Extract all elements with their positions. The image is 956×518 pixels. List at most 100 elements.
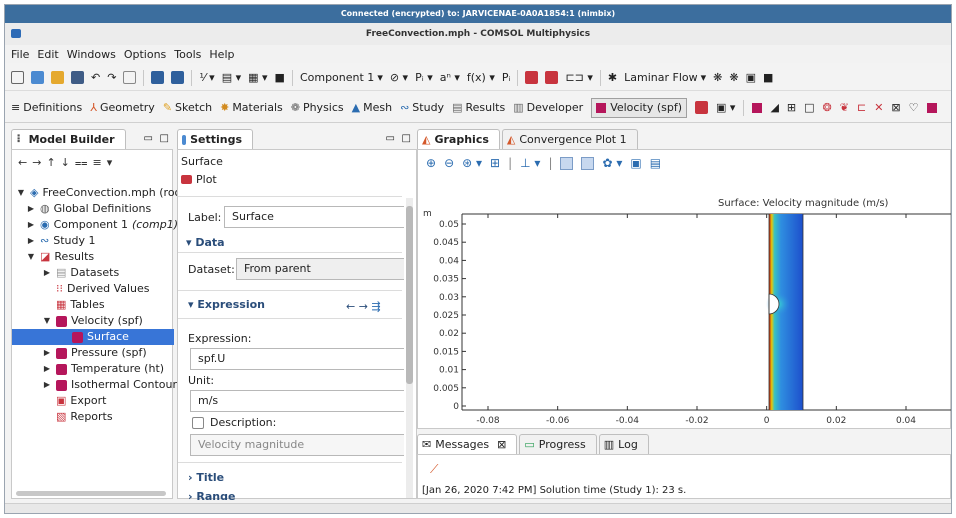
tab-log[interactable]: ▥ Log (598, 434, 649, 454)
camera-icon[interactable]: ▣ (630, 156, 641, 170)
title-section-header[interactable]: › Title (188, 471, 224, 484)
velocity-plot-canvas[interactable]: Surface: Velocity magnitude (m/s) m 0.05… (418, 180, 952, 430)
boundary-icon[interactable]: ❋ (729, 71, 738, 84)
data-section-header[interactable]: ▾ Data (186, 236, 225, 249)
arrow-icon[interactable]: ⊞ (787, 101, 796, 114)
ribbon-velocity-plot[interactable]: Velocity (spf) (591, 97, 688, 118)
tree-item-tables[interactable]: ▦ Tables (56, 297, 105, 313)
up-arrow-icon[interactable]: ↑ (46, 156, 60, 169)
ribbon-definitions[interactable]: ≡ Definitions (11, 101, 82, 114)
tree-item-surface[interactable]: Surface (12, 329, 174, 345)
ribbon-study[interactable]: ∾ Study (400, 101, 444, 114)
ribbon-developer[interactable]: ▥ Developer (513, 101, 583, 114)
menu-edit[interactable]: Edit (37, 48, 58, 61)
label-input[interactable]: Surface (224, 206, 404, 228)
print-icon[interactable]: ▤ (650, 156, 661, 170)
table-plot-icon[interactable]: ⊠ (891, 101, 900, 114)
tab-graphics[interactable]: ◭ Graphics (417, 129, 500, 149)
back-arrow-icon[interactable]: ← (346, 300, 355, 313)
window-bottom-scrollbar[interactable] (5, 503, 951, 513)
pairs-icon[interactable]: ⊏⊐ ▾ (565, 71, 592, 84)
deform-icon[interactable]: ⊏ (857, 101, 866, 114)
forward-arrow-icon[interactable]: → (359, 300, 368, 313)
tree-item-reports[interactable]: ▧ Reports (56, 409, 113, 425)
transparency-icon[interactable] (581, 156, 595, 170)
component-dropdown[interactable]: Component 1 ▾ (300, 71, 383, 84)
tab-messages[interactable]: ✉ Messages ⊠ (417, 434, 518, 454)
tab-progress[interactable]: ▭ Progress (519, 434, 597, 454)
model-wizard-icon[interactable] (31, 71, 44, 84)
probe-icon[interactable]: Pᵢ (502, 71, 511, 84)
tree-item-datasets[interactable]: ▶ ▤ Datasets (42, 265, 119, 281)
scene-light-icon[interactable] (560, 156, 574, 170)
selection-icon[interactable] (545, 71, 559, 84)
help-icon[interactable] (171, 71, 185, 84)
tree-item-study[interactable]: ▶ ∾ Study 1 (26, 233, 96, 249)
reset-view-icon[interactable]: ✿ ▾ (602, 156, 622, 170)
undo-icon[interactable]: ↶ (91, 71, 100, 84)
contour-icon[interactable]: ❂ (823, 101, 832, 114)
line-icon[interactable]: ◢ (770, 101, 778, 114)
function-icon[interactable]: f(x) ▾ (467, 71, 495, 84)
open-folder-icon[interactable] (51, 71, 64, 84)
down-arrow-icon[interactable]: ↓ (61, 156, 75, 169)
menu-windows[interactable]: Windows (67, 48, 116, 61)
tree-menu-icon[interactable]: ▾ (107, 156, 118, 169)
description-input[interactable]: Velocity magnitude (190, 434, 404, 456)
expand-all-icon[interactable]: ≡ (93, 156, 107, 169)
geometry-icon[interactable]: ⊘ ▾ (390, 71, 408, 84)
edge-icon[interactable]: ▣ (746, 71, 756, 84)
menu-help[interactable]: Help (209, 48, 234, 61)
stop-icon[interactable]: ■ (275, 71, 285, 84)
tree-item-temperature-plot[interactable]: ▶ Temperature (ht) (42, 361, 164, 377)
tree-item-root[interactable]: ▼ ◈ FreeConvection.mph (root (16, 185, 186, 201)
forward-arrow-icon[interactable]: → (32, 156, 46, 169)
application-builder-icon[interactable] (151, 71, 165, 84)
zoom-in-icon[interactable]: ⊕ (426, 156, 436, 170)
unit-input[interactable]: m/s (190, 390, 404, 412)
new-file-icon[interactable] (11, 71, 24, 84)
tree-item-results[interactable]: ▼ ◪ Results (26, 249, 94, 265)
maximize-icon[interactable]: □ (160, 133, 169, 144)
zoom-extents-icon[interactable]: ⊛ ▾ (462, 156, 482, 170)
ribbon-physics[interactable]: ❁ Physics (291, 101, 344, 114)
tree-item-component[interactable]: ▶ ◉ Component 1 (comp1) (26, 217, 178, 233)
tab-settings[interactable]: Settings (177, 129, 253, 149)
save-icon[interactable] (71, 71, 84, 84)
parameters-icon[interactable]: ⅟ ▾ (199, 71, 214, 84)
maximize-icon[interactable]: □ (402, 133, 411, 144)
ribbon-sketch[interactable]: ✎ Sketch (163, 101, 212, 114)
particle-icon[interactable]: ❦ (840, 101, 849, 114)
expression-input[interactable]: spf.U (190, 348, 404, 370)
surface-icon[interactable] (752, 102, 763, 113)
collapse-all-icon[interactable]: ⩵ (75, 156, 93, 169)
variables-icon[interactable]: ▤ ▾ (222, 71, 241, 84)
parameter-icon[interactable]: Pᵢ ▾ (415, 71, 433, 84)
revert-icon[interactable] (123, 71, 137, 84)
settings-scrollbar-thumb[interactable] (406, 206, 413, 384)
more-plots-icon[interactable] (926, 102, 937, 113)
plot-button[interactable]: Plot (181, 173, 217, 186)
annotation-icon[interactable]: ♡ (909, 101, 919, 114)
plot-options-icon[interactable]: ▣ ▾ (716, 101, 735, 114)
ribbon-materials[interactable]: ✸ Materials (220, 101, 283, 114)
dataset-select[interactable]: From parent (236, 258, 404, 280)
ribbon-results[interactable]: ▤ Results (452, 101, 505, 114)
close-icon[interactable]: ⊠ (497, 438, 506, 451)
minimize-icon[interactable]: ▭ (144, 133, 153, 144)
expression-section-header[interactable]: ▾ Expression (188, 298, 265, 311)
mesh-plot-icon[interactable]: ✕ (874, 101, 883, 114)
ribbon-geometry[interactable]: ⅄ Geometry (90, 101, 155, 114)
replace-expression-icon[interactable]: ⇶ (371, 300, 380, 313)
zoom-out-icon[interactable]: ⊖ (444, 156, 454, 170)
add-physics-icon[interactable]: ✱ (608, 71, 617, 84)
tree-item-isothermal-contours[interactable]: ▶ Isothermal Contours (42, 377, 183, 393)
tree-item-velocity-plot[interactable]: ▼ Velocity (spf) (42, 313, 143, 329)
tab-convergence-plot[interactable]: ◭ Convergence Plot 1 (501, 129, 638, 149)
redo-icon[interactable]: ↷ (107, 71, 116, 84)
tree-item-pressure-plot[interactable]: ▶ Pressure (spf) (42, 345, 147, 361)
plot-icon[interactable] (695, 101, 709, 114)
point-icon[interactable]: ■ (763, 71, 773, 84)
exponent-icon[interactable]: aⁿ ▾ (440, 71, 460, 84)
model-tree-scrollbar[interactable] (16, 491, 166, 496)
